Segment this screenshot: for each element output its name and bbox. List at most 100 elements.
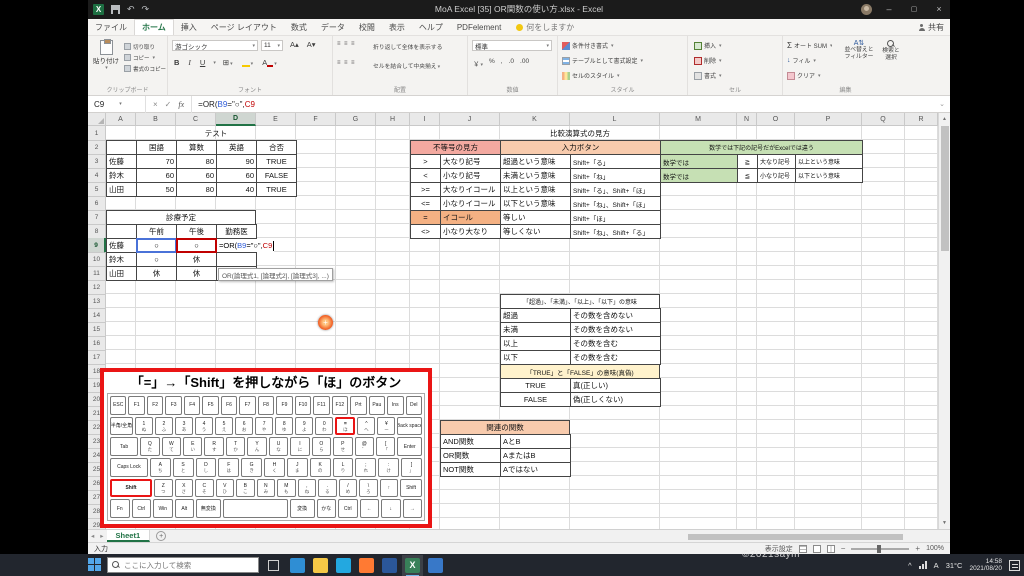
cell[interactable]: 小なりイコール (441, 197, 501, 211)
minimize-button[interactable]: – (881, 0, 897, 19)
cell[interactable]: 合否 (257, 141, 297, 155)
align-right-icon[interactable]: ≡ (351, 60, 355, 66)
delete-cells-button[interactable]: 削除 ▾ (694, 54, 722, 67)
cell[interactable]: ○ (137, 239, 177, 253)
align-middle-icon[interactable]: ≡ (344, 41, 348, 47)
cell[interactable]: TRUE (501, 379, 571, 393)
cell[interactable]: 小なり記号 (758, 169, 796, 183)
merge-center-button[interactable]: セルを結合して中央揃え▾ (373, 61, 440, 70)
column-header-E[interactable]: E (256, 113, 296, 126)
maximize-button[interactable]: ▢ (906, 0, 922, 19)
cell[interactable]: 60 (177, 169, 217, 183)
cut-button[interactable]: 切り取り (124, 41, 166, 52)
cell[interactable]: <> (411, 225, 441, 239)
insert-function-icon[interactable]: fx (178, 100, 184, 109)
cell[interactable]: 休 (177, 267, 217, 281)
find-select-button[interactable]: 検索と 選択 (877, 40, 905, 62)
column-header-O[interactable]: O (757, 113, 795, 126)
redo-icon[interactable]: ↷ (142, 5, 150, 14)
editing-cell-d9[interactable]: =OR(B9 ="○", C9 (217, 239, 275, 252)
cell[interactable]: 真(正しい) (571, 379, 661, 393)
cell[interactable]: 休 (177, 253, 217, 267)
align-top-icon[interactable]: ≡ (337, 41, 341, 47)
search-input[interactable] (124, 560, 244, 570)
cell[interactable]: 国語 (137, 141, 177, 155)
sheet-nav-right-icon[interactable]: ▸ (97, 532, 106, 540)
cell[interactable]: その数を含めない (571, 323, 661, 337)
cell[interactable]: 英語 (217, 141, 257, 155)
column-header-J[interactable]: J (440, 113, 500, 126)
sort-filter-button[interactable]: A⇅ 並べ替えと フィルター (843, 40, 875, 61)
row-header-14[interactable]: 14 (88, 308, 106, 323)
hikaku-table-title[interactable]: 比較演算式の見方 (500, 126, 660, 140)
cell[interactable]: >= (411, 183, 441, 197)
cell[interactable]: 90 (217, 155, 257, 169)
explorer-icon[interactable] (313, 557, 328, 573)
zoom-out-icon[interactable]: − (841, 544, 846, 553)
cell[interactable]: Shift+「ね」 (571, 169, 661, 183)
cell[interactable]: NOT関数 (441, 463, 501, 477)
tab-review[interactable]: 校閲 (352, 19, 382, 35)
currency-button[interactable]: ￥▾ (473, 58, 483, 68)
vertical-scrollbar[interactable]: ▲ ▼ (938, 113, 950, 529)
shrink-font-button[interactable]: A▾ (305, 40, 318, 49)
row-header-16[interactable]: 16 (88, 336, 106, 351)
cell[interactable]: AとB (501, 435, 571, 449)
cell[interactable]: AまたはB (501, 449, 571, 463)
column-header-R[interactable]: R (905, 113, 938, 126)
percent-button[interactable]: % (489, 58, 495, 68)
cell[interactable]: 以下という意味 (796, 169, 863, 183)
cell[interactable]: <= (411, 197, 441, 211)
row-header-2[interactable]: 2 (88, 140, 106, 155)
column-header-Q[interactable]: Q (862, 113, 905, 126)
cell[interactable]: ○ (137, 253, 177, 267)
clear-button[interactable]: クリア ▾ (787, 69, 821, 82)
comma-button[interactable]: , (501, 58, 503, 68)
cell[interactable]: 以上という意味 (796, 155, 863, 169)
cell[interactable]: 80 (177, 155, 217, 169)
column-header-G[interactable]: G (336, 113, 376, 126)
cell[interactable]: 休 (137, 267, 177, 281)
column-header-M[interactable]: M (660, 113, 737, 126)
cell[interactable]: Shift+「ね」、Shift+「ほ」 (571, 197, 661, 211)
cell[interactable]: FALSE (257, 169, 297, 183)
copy-button[interactable]: コピー ▾ (124, 52, 166, 63)
cell[interactable]: 入力ボタン (501, 141, 661, 155)
firefox-icon[interactable] (359, 557, 374, 573)
font-size-select[interactable]: 11 ▾ (261, 40, 283, 51)
autosum-button[interactable]: Σ オート SUM ▾ (787, 39, 832, 52)
tab-help[interactable]: ヘルプ (412, 19, 450, 35)
choka-table-title[interactable]: 「超過」、「未満」、「以上」、「以下」の意味 (500, 294, 660, 309)
taskbar-search[interactable] (107, 557, 259, 573)
align-bottom-icon[interactable]: ≡ (351, 41, 355, 47)
tab-formulas[interactable]: 数式 (284, 19, 314, 35)
italic-button[interactable]: I (186, 58, 193, 67)
cell[interactable]: ≦ (738, 169, 758, 183)
cell[interactable]: ○ (177, 239, 217, 253)
cell[interactable] (107, 225, 137, 239)
format-cells-button[interactable]: 書式 ▾ (694, 69, 722, 82)
row-header-10[interactable]: 10 (88, 252, 106, 267)
tray-expand-icon[interactable]: ^ (908, 561, 912, 570)
cell[interactable]: Shift+「る」、Shift+「ほ」 (571, 183, 661, 197)
wrap-text-button[interactable]: 折り返して全体を表示する (373, 42, 442, 51)
column-header-I[interactable]: I (410, 113, 440, 126)
cell[interactable]: 佐藤 (107, 239, 137, 253)
cell[interactable]: 60 (137, 169, 177, 183)
cell[interactable]: TRUE (257, 183, 297, 197)
cell[interactable]: Aではない (501, 463, 571, 477)
column-header-L[interactable]: L (570, 113, 660, 126)
share-button[interactable]: 共有 (918, 19, 944, 36)
cell[interactable]: 山田 (107, 267, 137, 281)
weather-temperature[interactable]: 31°C (946, 561, 963, 570)
add-sheet-icon[interactable]: + (156, 531, 167, 541)
row-header-8[interactable]: 8 (88, 224, 106, 239)
cell[interactable]: 等しくない (501, 225, 571, 239)
cell[interactable]: 以下 (501, 351, 571, 365)
cell[interactable]: < (411, 169, 441, 183)
word-icon[interactable] (382, 557, 397, 573)
cell[interactable]: 60 (217, 169, 257, 183)
row-header-12[interactable]: 12 (88, 280, 106, 295)
row-header-9[interactable]: 9 (88, 238, 106, 253)
row-header-4[interactable]: 4 (88, 168, 106, 183)
